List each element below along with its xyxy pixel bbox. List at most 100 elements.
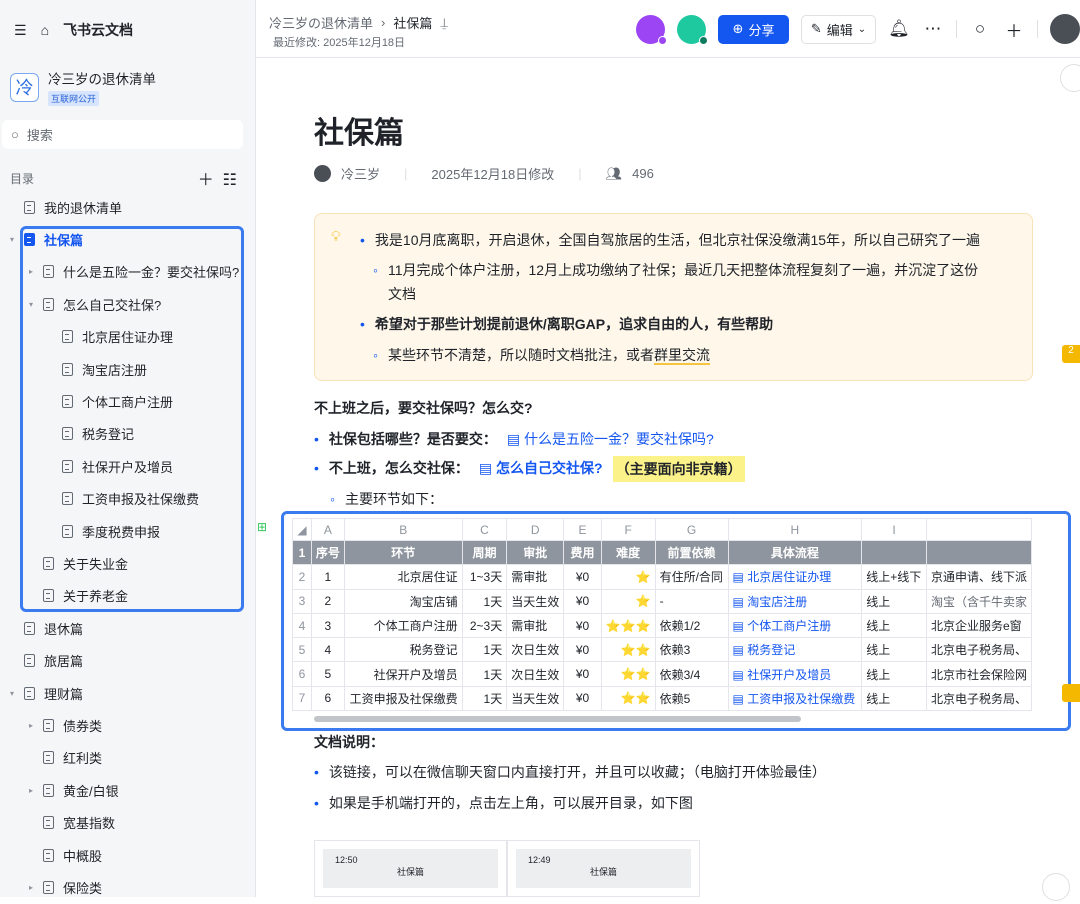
collaborator-avatar[interactable] [636,14,667,45]
toc-list-icon[interactable]: ☷ [223,172,237,189]
spreadsheet[interactable]: ◢ A B C D E F G H I 1 序号 环节 周期 审批 费用 难度 前置依赖 具体流程 2 1 北京居住证 1~… [292,518,1032,714]
sidebar-item[interactable]: ▾ 社保篇 [0,223,256,255]
column-header[interactable]: H [727,518,863,541]
table-cell[interactable]: 线上 [861,588,927,614]
header-cell[interactable]: 费用 [563,539,602,566]
table-cell[interactable]: ¥0 [563,564,602,590]
table-cell[interactable]: 3 [310,612,345,639]
table-cell[interactable]: ▤ 工资申报及社保缴费 [727,685,863,712]
table-cell[interactable]: 工资申报及社保缴费 [343,685,463,712]
column-header[interactable]: D [506,518,565,541]
table-cell[interactable]: 社保开户及增员 [343,661,463,687]
sidebar-item[interactable]: 宽基指数 [0,806,256,838]
expand-arrow-icon[interactable]: ▸ [29,786,33,795]
table-cell[interactable]: 1 [310,564,345,590]
column-header[interactable]: E [563,518,602,541]
comment-panel-icon[interactable] [1060,64,1080,92]
table-cell[interactable]: 北京市社会保险网 [925,661,1032,687]
expand-arrow-icon[interactable]: ▾ [10,689,14,698]
sidebar-item[interactable]: 关于养老金 [0,580,256,612]
commented-text[interactable]: 群里交流 [653,347,710,365]
table-cell[interactable]: 有住所/合同 [654,564,729,590]
table-cell[interactable]: ⭐ [600,588,656,614]
more-icon[interactable]: ⋯ [922,19,944,39]
table-cell[interactable]: 个体工商户注册 [343,612,463,639]
column-header[interactable]: C [461,518,508,541]
comment-marker[interactable] [1062,684,1080,702]
header-cell[interactable] [925,539,1032,566]
header-cell[interactable]: 前置依赖 [654,539,729,566]
table-cell[interactable]: 依赖1/2 [654,612,729,639]
home-icon[interactable]: ⌂ [41,22,49,38]
table-cell[interactable]: ⭐⭐ [600,661,656,687]
table-cell[interactable]: 5 [310,661,345,687]
table-cell[interactable]: ⭐⭐ [600,685,656,712]
sidebar-item[interactable]: 我的退休清单 [0,191,256,223]
table-cell[interactable]: ¥0 [563,637,602,663]
sidebar-item[interactable]: ▸ 什么是五险一金？要交社保吗? [0,256,256,288]
space-info[interactable]: 冷 冷三岁の退休清单 互联网公开 [10,68,156,106]
plus-icon[interactable]: ＋ [1003,17,1025,42]
sidebar-item[interactable]: 红利类 [0,742,256,774]
column-header[interactable] [925,518,1032,541]
sidebar-item[interactable]: 旅居篇 [0,644,256,676]
table-cell[interactable]: 税务登记 [343,637,463,663]
header-cell[interactable]: 具体流程 [727,539,863,566]
sidebar-item[interactable]: 中概股 [0,839,256,871]
sidebar-item[interactable]: ▸ 债券类 [0,709,256,741]
home-link[interactable]: 飞书云文档 [63,20,133,40]
sidebar-item[interactable]: 季度税费申报 [0,515,256,547]
table-cell[interactable]: 淘宝店铺 [343,588,463,614]
user-avatar[interactable] [1050,14,1080,44]
table-cell[interactable]: 北京居住证 [343,564,463,590]
table-cell[interactable]: 线上 [861,637,927,663]
table-cell[interactable]: 京通申请、线下派 [925,564,1032,590]
pin-icon[interactable]: ⍊ [440,15,448,31]
table-cell[interactable]: 需审批 [506,612,565,639]
table-cell[interactable]: ▤ 北京居住证办理 [727,564,863,590]
table-cell[interactable]: ⭐⭐⭐ [600,612,656,639]
header-cell[interactable] [861,539,927,566]
table-cell[interactable]: 淘宝（含千牛卖家 [925,588,1032,614]
sidebar-item[interactable]: 社保开户及增员 [0,450,256,482]
table-cell[interactable]: ⭐⭐ [600,637,656,663]
table-cell[interactable]: 2~3天 [461,612,508,639]
table-cell[interactable]: 2 [310,588,345,614]
table-cell[interactable]: 线上+线下 [861,564,927,590]
table-cell[interactable]: ▤ 税务登记 [727,637,863,663]
table-cell[interactable]: 北京电子税务局、 [925,637,1032,663]
share-button[interactable]: ⊕ 分享 [718,14,789,44]
table-cell[interactable]: 依赖5 [654,685,729,712]
table-cell[interactable]: 当天生效 [506,588,565,614]
author[interactable]: 冷三岁 [341,164,380,183]
sidebar-item[interactable]: ▾ 理财篇 [0,677,256,709]
table-cell[interactable]: ¥0 [563,612,602,639]
table-cell[interactable]: ▤ 社保开户及增员 [727,661,863,687]
edit-button[interactable]: ✎ 编辑 ⌄ [801,14,876,44]
sidebar-item[interactable]: 淘宝店注册 [0,353,256,385]
table-cell[interactable]: 次日生效 [506,661,565,687]
table-cell[interactable]: 依赖3/4 [654,661,729,687]
table-cell[interactable]: 线上 [861,612,927,639]
sidebar-item[interactable]: 工资申报及社保缴费 [0,483,256,515]
horizontal-scrollbar[interactable] [314,716,801,722]
column-header[interactable]: B [343,518,463,541]
header-cell[interactable]: 环节 [343,539,463,566]
sidebar-item[interactable]: 北京居住证办理 [0,321,256,353]
table-cell[interactable]: 1天 [461,637,508,663]
sidebar-item[interactable]: 税务登记 [0,418,256,450]
search-icon[interactable]: ○ [969,19,991,39]
sidebar-item[interactable]: ▸ 保险类 [0,871,256,903]
header-cell[interactable]: 审批 [506,539,565,566]
sidebar-item[interactable]: 退休篇 [0,612,256,644]
table-cell[interactable]: - [654,588,729,614]
table-cell[interactable]: ¥0 [563,661,602,687]
screenshot-images[interactable]: 12:50 社保篇 12:49 社保篇 [314,840,700,897]
table-cell[interactable]: 次日生效 [506,637,565,663]
collaborator-avatar[interactable] [677,14,708,45]
doc-link[interactable]: ▤ 什么是五险一金？要交社保吗? [507,427,714,451]
column-header[interactable]: G [654,518,729,541]
header-cell[interactable]: 难度 [600,539,656,566]
table-cell[interactable]: 当天生效 [506,685,565,712]
column-header[interactable]: F [600,518,656,541]
